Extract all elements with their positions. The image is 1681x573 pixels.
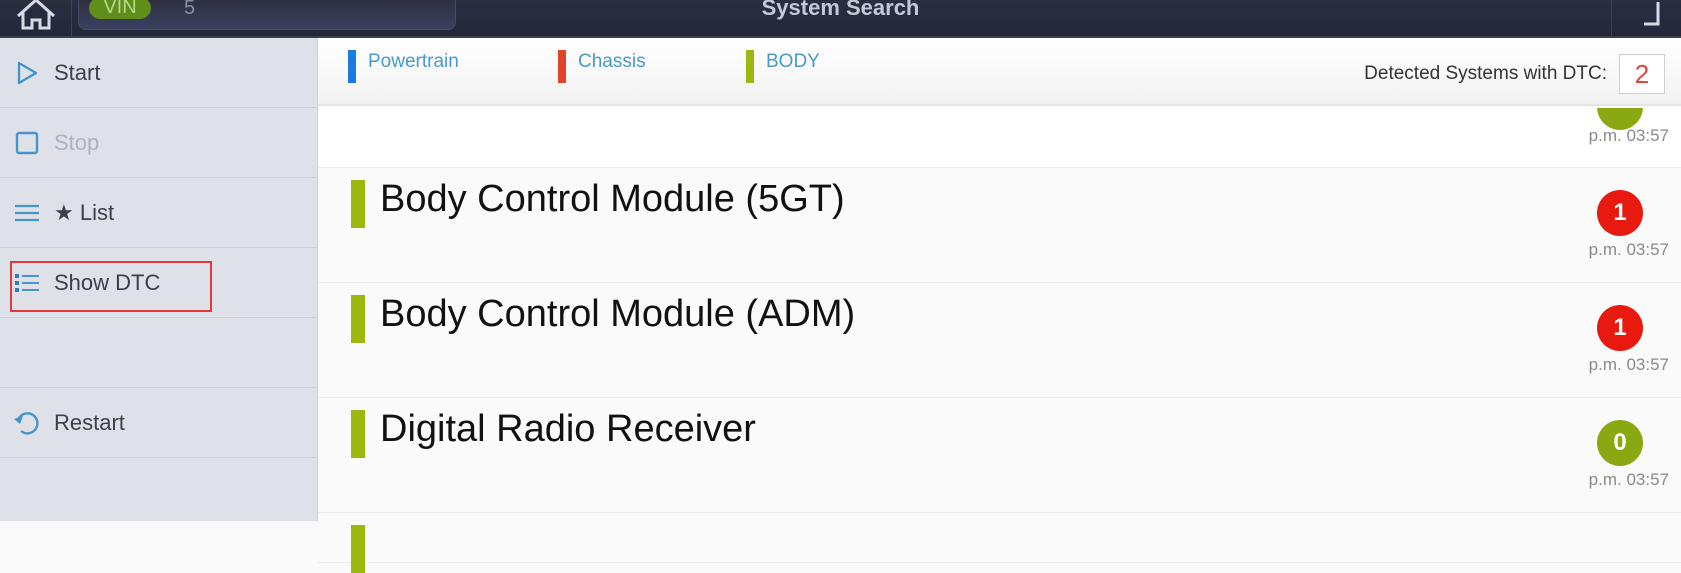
dtc-count-badge: 0 — [1597, 420, 1643, 466]
legend-item-powertrain[interactable]: Powertrain — [348, 50, 459, 83]
legend-swatch — [558, 50, 566, 83]
dtc-summary-label: Detected Systems with DTC: — [1364, 63, 1607, 84]
home-button[interactable] — [0, 0, 72, 36]
sidebar-item-start[interactable]: Start — [0, 38, 317, 108]
sidebar-item-label: ★ List — [54, 199, 115, 225]
scan-time: p.m. 03:57 — [1588, 126, 1669, 145]
sidebar-item-empty — [0, 318, 317, 388]
vin-value: 5 — [184, 0, 196, 19]
dtc-count-badge: 1 — [1597, 305, 1643, 351]
dtc-count-badge: 1 — [1597, 190, 1643, 236]
exit-icon — [1643, 2, 1659, 26]
highlight-box — [10, 261, 212, 312]
legend-label: Powertrain — [368, 50, 459, 72]
category-legend: Powertrain Chassis BODY Detected Systems… — [318, 38, 1681, 106]
dtc-summary: Detected Systems with DTC: 2 — [1364, 54, 1665, 94]
dtc-summary-count: 2 — [1619, 54, 1665, 94]
scan-time: p.m. 03:57 — [1588, 355, 1669, 374]
legend-label: BODY — [766, 50, 820, 72]
category-marker — [351, 295, 365, 343]
system-name: Digital Radio Receiver — [380, 408, 756, 450]
category-marker — [351, 525, 365, 573]
legend-swatch — [746, 50, 754, 83]
restart-icon — [12, 408, 42, 438]
sidebar-item-label: Stop — [54, 129, 100, 155]
sidebar-item-list[interactable]: ★ List — [0, 178, 317, 248]
sidebar-item-stop[interactable]: Stop — [0, 108, 317, 178]
category-marker — [351, 410, 365, 458]
system-list: p.m. 03:57 Body Control Module (5GT) 1 p… — [318, 108, 1681, 573]
sidebar: Start Stop ★ List Show DTC Restart — [0, 38, 318, 521]
system-row[interactable]: Digital Radio Receiver 0 p.m. 03:57 — [318, 398, 1681, 513]
vin-field[interactable]: VIN 5 — [78, 0, 456, 30]
legend-item-chassis[interactable]: Chassis — [558, 50, 646, 83]
top-bar: VIN 5 System Search — [0, 0, 1681, 38]
home-icon — [16, 0, 55, 30]
sidebar-item-label: Start — [54, 59, 101, 85]
play-icon — [12, 58, 42, 88]
exit-button[interactable] — [1611, 0, 1681, 36]
scan-time: p.m. 03:57 — [1588, 470, 1669, 489]
category-marker — [351, 180, 365, 228]
legend-item-body[interactable]: BODY — [746, 50, 820, 83]
legend-label: Chassis — [578, 50, 646, 72]
system-name: Body Control Module (5GT) — [380, 178, 845, 220]
system-row[interactable]: Body Control Module (5GT) 1 p.m. 03:57 — [318, 168, 1681, 283]
system-name: Body Control Module (ADM) — [380, 293, 856, 335]
stop-icon — [12, 128, 42, 158]
sidebar-item-show-dtc[interactable]: Show DTC — [0, 248, 317, 318]
list-icon — [12, 198, 42, 228]
sidebar-item-restart[interactable]: Restart — [0, 388, 317, 458]
scan-time: p.m. 03:57 — [1588, 240, 1669, 259]
system-row[interactable]: Body Control Module (ADM) 1 p.m. 03:57 — [318, 283, 1681, 398]
legend-swatch — [348, 50, 356, 83]
vin-badge: VIN — [89, 0, 151, 19]
system-row[interactable]: p.m. 03:57 — [318, 108, 1681, 168]
main-panel: Powertrain Chassis BODY Detected Systems… — [318, 38, 1681, 573]
sidebar-item-label: Restart — [54, 409, 125, 435]
